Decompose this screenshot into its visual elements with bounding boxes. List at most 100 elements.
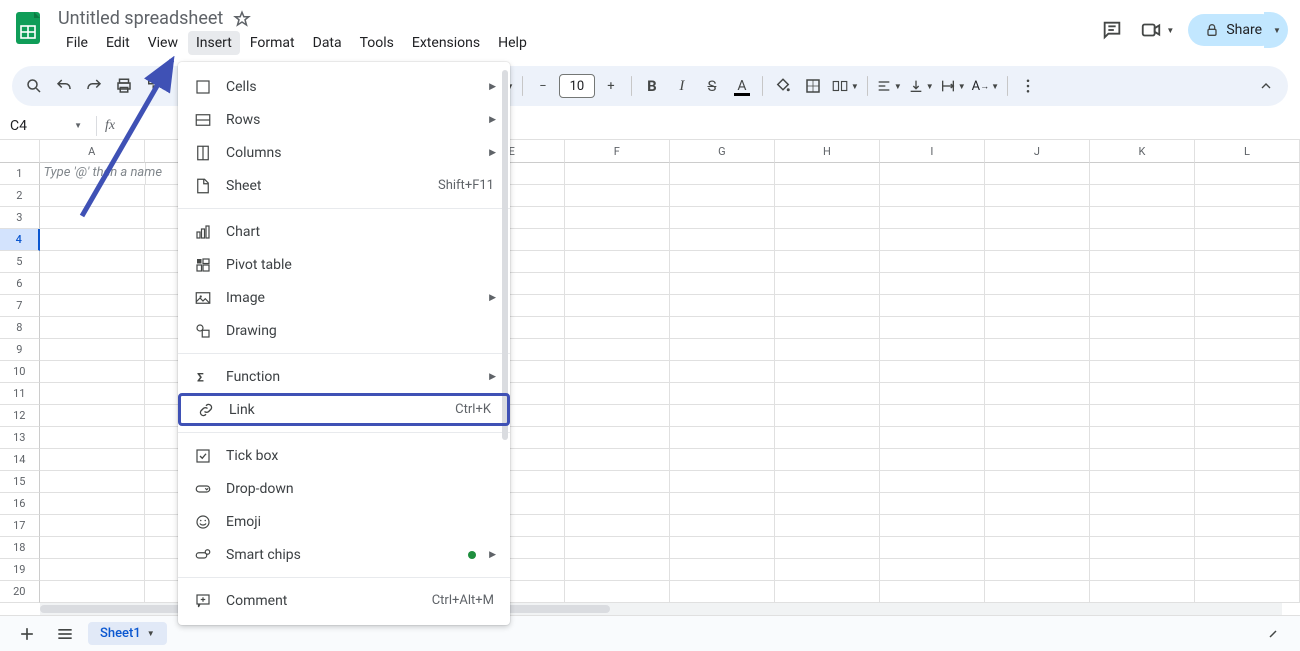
cell[interactable]: [40, 383, 145, 405]
cell[interactable]: [670, 383, 775, 405]
cell[interactable]: [565, 515, 670, 537]
cell[interactable]: [1195, 581, 1300, 603]
cell[interactable]: [1090, 559, 1195, 581]
menu-tools[interactable]: Tools: [352, 31, 402, 55]
cell[interactable]: [985, 207, 1090, 229]
cell[interactable]: [565, 471, 670, 493]
cell[interactable]: [775, 515, 880, 537]
italic-icon[interactable]: I: [668, 72, 696, 100]
name-box[interactable]: C4 ▼: [0, 118, 88, 134]
borders-icon[interactable]: [799, 72, 827, 100]
cell[interactable]: [1195, 185, 1300, 207]
cell[interactable]: [775, 317, 880, 339]
menu-item-sheet[interactable]: SheetShift+F11: [178, 169, 510, 202]
row-header[interactable]: 16: [0, 493, 40, 515]
cell[interactable]: [1195, 449, 1300, 471]
cell[interactable]: [880, 537, 985, 559]
cell[interactable]: [985, 559, 1090, 581]
cell[interactable]: [1090, 251, 1195, 273]
cell[interactable]: [985, 515, 1090, 537]
cell[interactable]: [775, 581, 880, 603]
menu-help[interactable]: Help: [490, 31, 535, 55]
menu-item-cells[interactable]: Cells▶: [178, 70, 510, 103]
cell[interactable]: [880, 427, 985, 449]
add-sheet-button[interactable]: [12, 619, 42, 649]
cell[interactable]: [985, 405, 1090, 427]
cell[interactable]: [1195, 471, 1300, 493]
cell[interactable]: [1195, 295, 1300, 317]
cell[interactable]: [880, 295, 985, 317]
cell[interactable]: [1195, 273, 1300, 295]
row-header[interactable]: 13: [0, 427, 40, 449]
font-size-increase[interactable]: +: [597, 72, 625, 100]
cell[interactable]: [1195, 229, 1300, 251]
cell[interactable]: [880, 207, 985, 229]
cell[interactable]: [670, 361, 775, 383]
menu-item-pivot-table[interactable]: Pivot table: [178, 248, 510, 281]
menu-edit[interactable]: Edit: [98, 31, 138, 55]
cell[interactable]: [985, 471, 1090, 493]
cell[interactable]: [565, 207, 670, 229]
cell[interactable]: [40, 251, 145, 273]
cell[interactable]: [775, 559, 880, 581]
cell[interactable]: [985, 383, 1090, 405]
cell[interactable]: [775, 295, 880, 317]
cell[interactable]: [565, 581, 670, 603]
cell[interactable]: [985, 493, 1090, 515]
cell[interactable]: [1090, 427, 1195, 449]
star-icon[interactable]: [233, 10, 251, 28]
cell[interactable]: [1195, 493, 1300, 515]
font-size-input[interactable]: 10: [559, 74, 595, 98]
cell[interactable]: [565, 185, 670, 207]
cell[interactable]: [880, 581, 985, 603]
menu-item-emoji[interactable]: Emoji: [178, 505, 510, 538]
menu-item-image[interactable]: Image▶: [178, 281, 510, 314]
cell[interactable]: [670, 493, 775, 515]
cell[interactable]: [880, 383, 985, 405]
cell[interactable]: [775, 493, 880, 515]
menu-item-columns[interactable]: Columns▶: [178, 136, 510, 169]
cell[interactable]: [565, 405, 670, 427]
cell[interactable]: [565, 229, 670, 251]
row-header[interactable]: 15: [0, 471, 40, 493]
document-title[interactable]: Untitled spreadsheet: [58, 8, 223, 29]
redo-icon[interactable]: [80, 72, 108, 100]
cell[interactable]: [670, 559, 775, 581]
cell[interactable]: [565, 449, 670, 471]
row-header[interactable]: 6: [0, 273, 40, 295]
column-header[interactable]: G: [670, 140, 775, 163]
vertical-align-icon[interactable]: ▼: [906, 78, 936, 94]
cell[interactable]: [565, 559, 670, 581]
merge-cells-icon[interactable]: ▼: [829, 77, 861, 95]
menu-item-tick-box[interactable]: Tick box: [178, 439, 510, 472]
cell[interactable]: [40, 317, 145, 339]
cell[interactable]: [565, 383, 670, 405]
cell[interactable]: [775, 537, 880, 559]
cell[interactable]: [40, 581, 145, 603]
cell[interactable]: [670, 449, 775, 471]
cell[interactable]: [40, 339, 145, 361]
cell[interactable]: [985, 229, 1090, 251]
cell[interactable]: [565, 317, 670, 339]
cell[interactable]: [1195, 163, 1300, 185]
menu-file[interactable]: File: [58, 31, 96, 55]
row-header[interactable]: 19: [0, 559, 40, 581]
cell[interactable]: [1195, 361, 1300, 383]
text-rotation-icon[interactable]: A→▼: [970, 79, 1001, 94]
row-header[interactable]: 20: [0, 581, 40, 603]
cell[interactable]: [1195, 427, 1300, 449]
cell[interactable]: [1090, 405, 1195, 427]
cell[interactable]: [565, 295, 670, 317]
cell[interactable]: [985, 163, 1090, 185]
cell[interactable]: [1090, 163, 1195, 185]
column-header[interactable]: K: [1090, 140, 1195, 163]
cell[interactable]: [1090, 207, 1195, 229]
row-header[interactable]: 10: [0, 361, 40, 383]
row-header[interactable]: 7: [0, 295, 40, 317]
cell[interactable]: [40, 559, 145, 581]
cell[interactable]: [880, 317, 985, 339]
cell[interactable]: [40, 273, 145, 295]
cell[interactable]: [985, 449, 1090, 471]
cell[interactable]: [1090, 295, 1195, 317]
cell[interactable]: [670, 295, 775, 317]
